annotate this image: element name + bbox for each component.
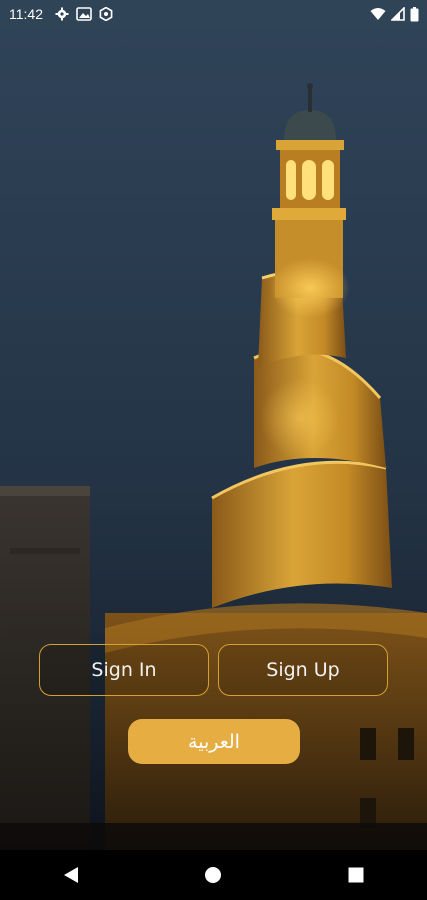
language-button[interactable]: العربية bbox=[128, 719, 300, 764]
image-icon bbox=[76, 7, 92, 21]
settings-badge-icon bbox=[99, 7, 113, 21]
sign-in-button[interactable]: Sign In bbox=[39, 644, 209, 696]
signal-icon bbox=[391, 7, 405, 21]
home-button[interactable] bbox=[183, 850, 243, 900]
sign-up-button[interactable]: Sign Up bbox=[218, 644, 388, 696]
recents-icon bbox=[348, 867, 364, 883]
home-icon bbox=[205, 867, 222, 883]
back-icon bbox=[64, 867, 79, 883]
wifi-icon bbox=[370, 8, 386, 20]
status-time: 11:42 bbox=[9, 6, 43, 22]
battery-icon bbox=[410, 6, 419, 21]
navigation-bar bbox=[0, 850, 427, 900]
gear-icon bbox=[55, 7, 69, 21]
back-button[interactable] bbox=[41, 850, 101, 900]
status-bar: 11:42 bbox=[0, 0, 427, 28]
recents-button[interactable] bbox=[326, 850, 386, 900]
